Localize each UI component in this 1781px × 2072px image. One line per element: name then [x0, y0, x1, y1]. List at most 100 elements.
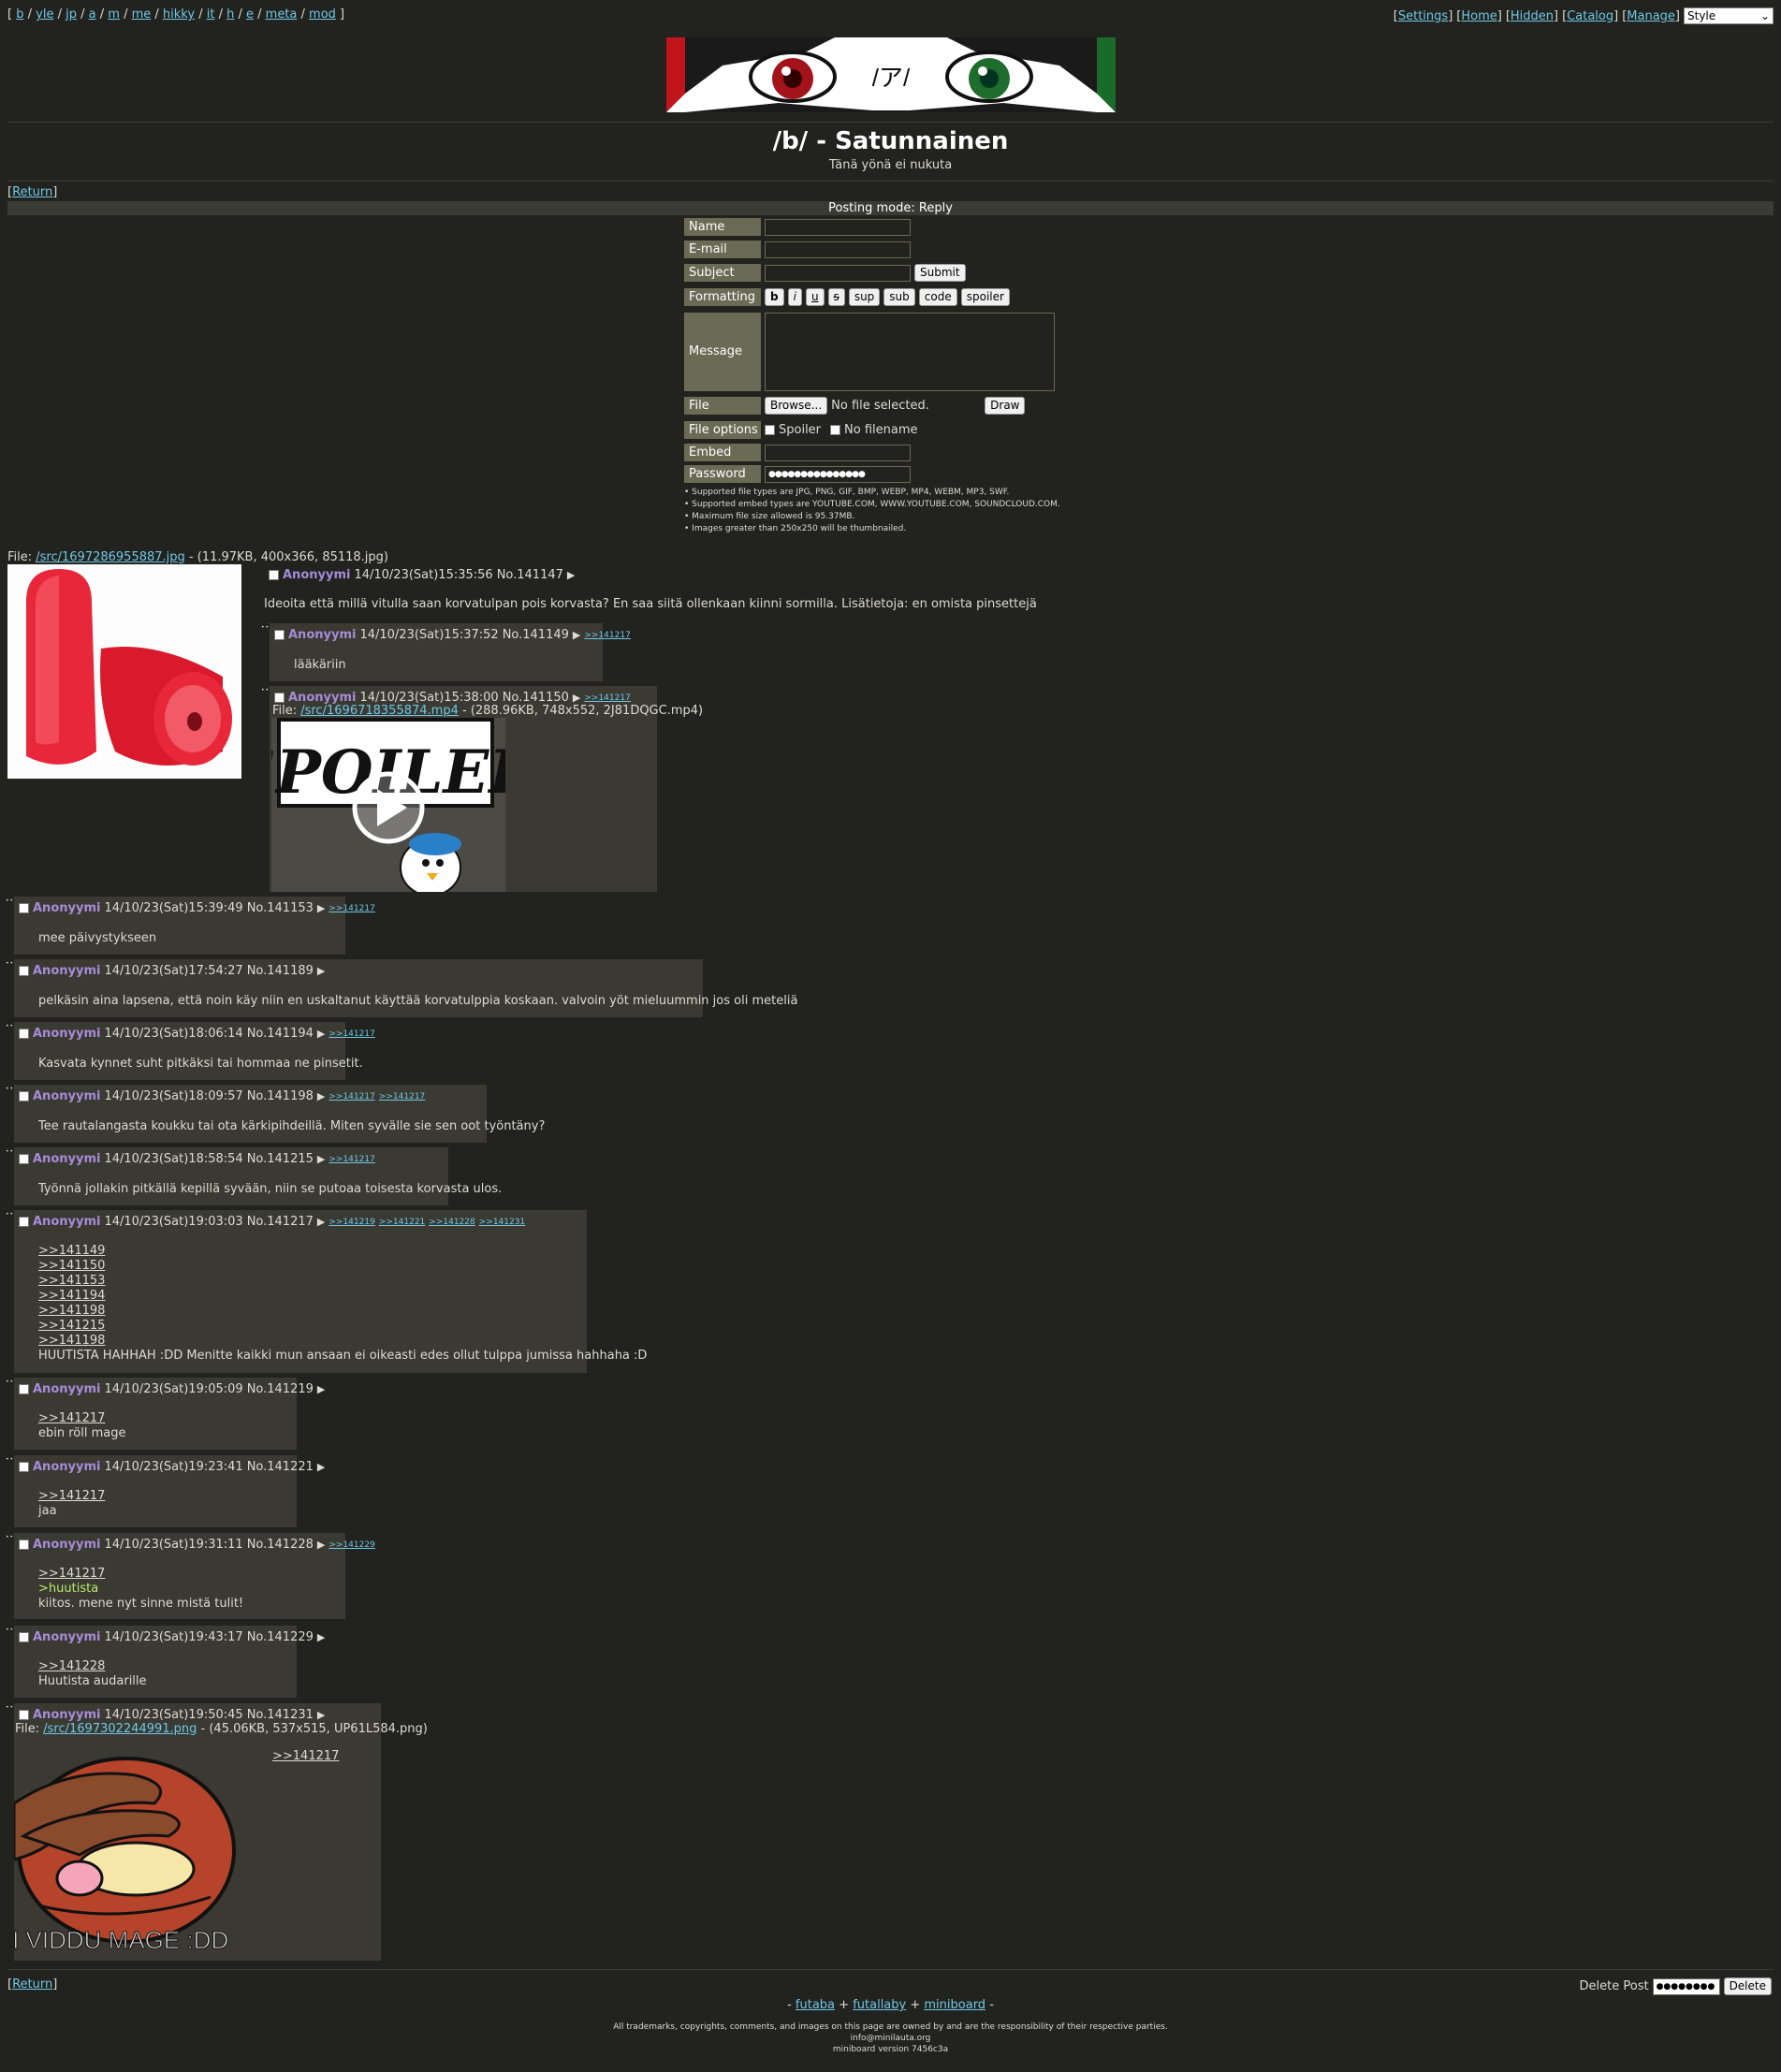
embed-field[interactable]: [765, 444, 911, 461]
backlink[interactable]: >>141217: [328, 1092, 374, 1102]
post-checkbox[interactable]: [19, 1217, 29, 1227]
catalog-link[interactable]: Catalog: [1567, 9, 1613, 23]
board-link-me[interactable]: me: [132, 7, 152, 22]
post-menu-icon[interactable]: ▶: [317, 1028, 325, 1040]
draw-button[interactable]: Draw: [985, 397, 1026, 415]
post-checkbox[interactable]: [19, 966, 29, 976]
post-number[interactable]: No.141229: [247, 1630, 314, 1644]
no-filename-checkbox[interactable]: [830, 425, 841, 435]
post-checkbox[interactable]: [19, 1154, 29, 1164]
backlink[interactable]: >>141217: [328, 904, 374, 913]
style-select[interactable]: Style ⌄: [1684, 7, 1774, 24]
backlink[interactable]: >>141217: [328, 1029, 374, 1039]
post-menu-icon[interactable]: ▶: [317, 902, 325, 914]
return-link[interactable]: Return: [12, 185, 52, 199]
post-menu-icon[interactable]: ▶: [317, 1539, 325, 1551]
post-menu-icon[interactable]: ▶: [317, 1153, 325, 1165]
format-sup-button[interactable]: sup: [848, 288, 881, 306]
backlink[interactable]: >>141217: [379, 1092, 425, 1102]
op-file-link[interactable]: /src/1697286955887.jpg: [36, 550, 185, 564]
post-menu-icon[interactable]: ▶: [317, 1216, 325, 1228]
post-menu-icon[interactable]: ▶: [567, 569, 575, 581]
board-banner[interactable]: /ア/: [666, 37, 1116, 112]
backlink[interactable]: >>141217: [584, 631, 630, 640]
board-link-meta[interactable]: meta: [266, 7, 298, 22]
post-menu-icon[interactable]: ▶: [317, 1383, 325, 1395]
quote-link[interactable]: >>141194: [38, 1289, 105, 1303]
quote-link[interactable]: >>141217: [38, 1567, 105, 1581]
post-number[interactable]: No.141147: [497, 568, 563, 582]
post-number[interactable]: No.141150: [503, 691, 569, 705]
post-checkbox[interactable]: [274, 630, 285, 640]
delete-password-field[interactable]: ●●●●●●●●: [1652, 1977, 1720, 1995]
post-number[interactable]: No.141221: [247, 1460, 314, 1474]
board-link-mod[interactable]: mod: [309, 7, 336, 22]
format-underline-button[interactable]: u: [805, 288, 825, 306]
format-spoiler-button[interactable]: spoiler: [960, 288, 1010, 306]
board-link-a[interactable]: a: [89, 7, 96, 22]
post-number[interactable]: No.141215: [247, 1152, 314, 1166]
settings-link[interactable]: Settings: [1398, 9, 1448, 23]
post-checkbox[interactable]: [19, 1632, 29, 1642]
quote-link[interactable]: >>141149: [38, 1244, 105, 1258]
quote-link[interactable]: >>141198: [38, 1334, 105, 1348]
spoiler-checkbox[interactable]: [765, 425, 775, 435]
backlink[interactable]: >>141219: [328, 1218, 374, 1227]
backlink[interactable]: >>141229: [328, 1540, 374, 1550]
format-sub-button[interactable]: sub: [883, 288, 915, 306]
backlink[interactable]: >>141228: [429, 1218, 474, 1227]
post-checkbox[interactable]: [19, 903, 29, 913]
browse-button[interactable]: Browse...: [765, 397, 828, 415]
quote-link[interactable]: >>141217: [38, 1489, 105, 1503]
futaba-link[interactable]: futaba: [796, 1998, 835, 2012]
file-link[interactable]: /src/1697302244991.png: [43, 1722, 197, 1736]
format-bold-button[interactable]: b: [765, 288, 784, 306]
op-image-thumbnail[interactable]: [7, 564, 241, 779]
post-number[interactable]: No.141217: [247, 1215, 314, 1229]
email-field[interactable]: [765, 241, 911, 258]
post-menu-icon[interactable]: ▶: [317, 1090, 325, 1102]
post-checkbox[interactable]: [19, 1029, 29, 1039]
format-italic-button[interactable]: i: [787, 288, 802, 306]
post-checkbox[interactable]: [19, 1384, 29, 1394]
post-number[interactable]: No.141198: [247, 1089, 314, 1103]
post-menu-icon[interactable]: ▶: [317, 965, 325, 977]
quote-link[interactable]: >>141215: [38, 1319, 105, 1333]
name-field[interactable]: [765, 218, 911, 236]
futallaby-link[interactable]: futallaby: [853, 1998, 906, 2012]
post-number[interactable]: No.141228: [247, 1538, 314, 1552]
board-link-b[interactable]: b: [16, 7, 23, 22]
hidden-link[interactable]: Hidden: [1511, 9, 1554, 23]
quote-link[interactable]: >>141228: [38, 1659, 105, 1673]
board-link-yle[interactable]: yle: [36, 7, 53, 22]
quote-link[interactable]: >>141153: [38, 1274, 105, 1288]
backlink[interactable]: >>141221: [379, 1218, 425, 1227]
home-link[interactable]: Home: [1461, 9, 1496, 23]
post-number[interactable]: No.141189: [247, 964, 314, 978]
post-menu-icon[interactable]: ▶: [317, 1631, 325, 1643]
board-link-hikky[interactable]: hikky: [163, 7, 195, 22]
password-field[interactable]: ●●●●●●●●●●●●●●●: [765, 465, 911, 483]
subject-field[interactable]: [765, 264, 911, 282]
post-menu-icon[interactable]: ▶: [573, 692, 580, 704]
board-link-it[interactable]: it: [207, 7, 215, 22]
video-thumbnail[interactable]: SPOILER: [271, 718, 505, 892]
file-link[interactable]: /src/1696718355874.mp4: [300, 704, 459, 718]
post-checkbox[interactable]: [19, 1462, 29, 1472]
post-number[interactable]: No.141231: [247, 1708, 314, 1722]
post-number[interactable]: No.141149: [503, 628, 569, 642]
image-thumbnail[interactable]: EI VIDDU MAGE :DD: [14, 1747, 248, 1959]
board-link-jp[interactable]: jp: [66, 7, 77, 22]
post-number[interactable]: No.141194: [247, 1027, 314, 1041]
post-checkbox[interactable]: [274, 693, 285, 703]
board-link-h[interactable]: h: [226, 7, 234, 22]
message-textarea[interactable]: [765, 313, 1055, 391]
post-menu-icon[interactable]: ▶: [317, 1461, 325, 1473]
board-link-m[interactable]: m: [108, 7, 120, 22]
format-code-button[interactable]: code: [918, 288, 957, 306]
format-strike-button[interactable]: s: [827, 288, 845, 306]
backlink[interactable]: >>141217: [584, 693, 630, 703]
post-checkbox[interactable]: [19, 1091, 29, 1102]
quote-link[interactable]: >>141217: [38, 1411, 105, 1425]
miniboard-link[interactable]: miniboard: [924, 1998, 985, 2012]
